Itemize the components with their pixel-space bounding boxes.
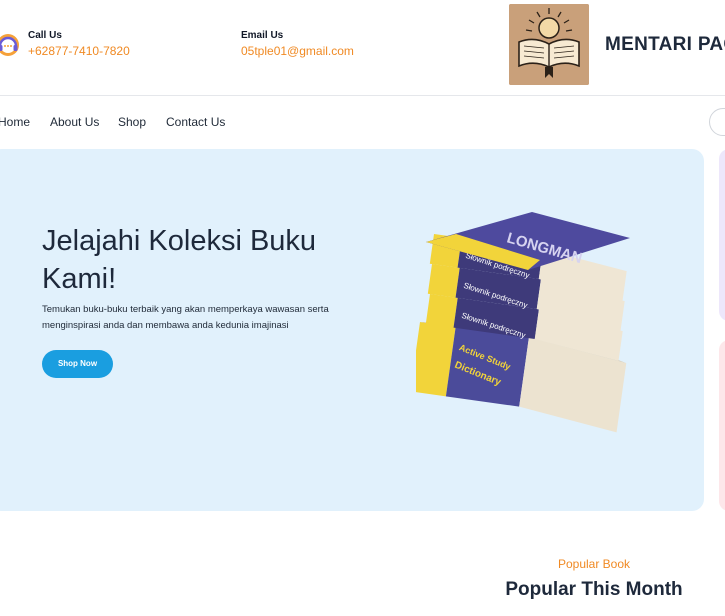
nav-contact-us[interactable]: Contact Us: [166, 115, 225, 129]
email-us-label: Email Us: [241, 30, 284, 41]
email-us-block: Email Us 05tple01@gmail.com: [241, 30, 354, 58]
nav-home[interactable]: Home: [0, 115, 30, 129]
call-us-label: Call Us: [28, 30, 62, 41]
phone-number[interactable]: +62877-7410-7820: [28, 44, 130, 58]
popular-title: Popular This Month: [505, 579, 683, 600]
main-nav: Home About Us Shop Contact Us: [0, 96, 725, 148]
open-book-sun-icon: [509, 4, 589, 85]
brand-logo[interactable]: [509, 4, 589, 85]
headset-icon: [0, 34, 19, 56]
popular-subtitle: Popular Book: [557, 557, 631, 571]
email-address[interactable]: 05tple01@gmail.com: [241, 44, 354, 58]
side-promo-card-2[interactable]: [719, 340, 725, 511]
top-contact-bar: Call Us +62877-7410-7820 Email Us 05tple…: [0, 0, 725, 96]
side-promo-card-1[interactable]: [719, 149, 725, 321]
book-stack-image: Active Study Dictionary Słownik podręczn…: [416, 212, 630, 433]
nav-shop[interactable]: Shop: [118, 115, 146, 129]
hero-description: Temukan buku-buku terbaik yang akan memp…: [42, 304, 329, 331]
call-us-block: Call Us +62877-7410-7820: [28, 30, 130, 58]
hero-title: Jelajahi Koleksi Buku Kami!: [42, 225, 317, 295]
shop-now-button[interactable]: Shop Now: [42, 350, 113, 378]
page: Call Us +62877-7410-7820 Email Us 05tple…: [0, 0, 725, 616]
brand-name[interactable]: MENTARI PAG: [605, 34, 725, 56]
nav-about-us[interactable]: About Us: [50, 115, 99, 129]
